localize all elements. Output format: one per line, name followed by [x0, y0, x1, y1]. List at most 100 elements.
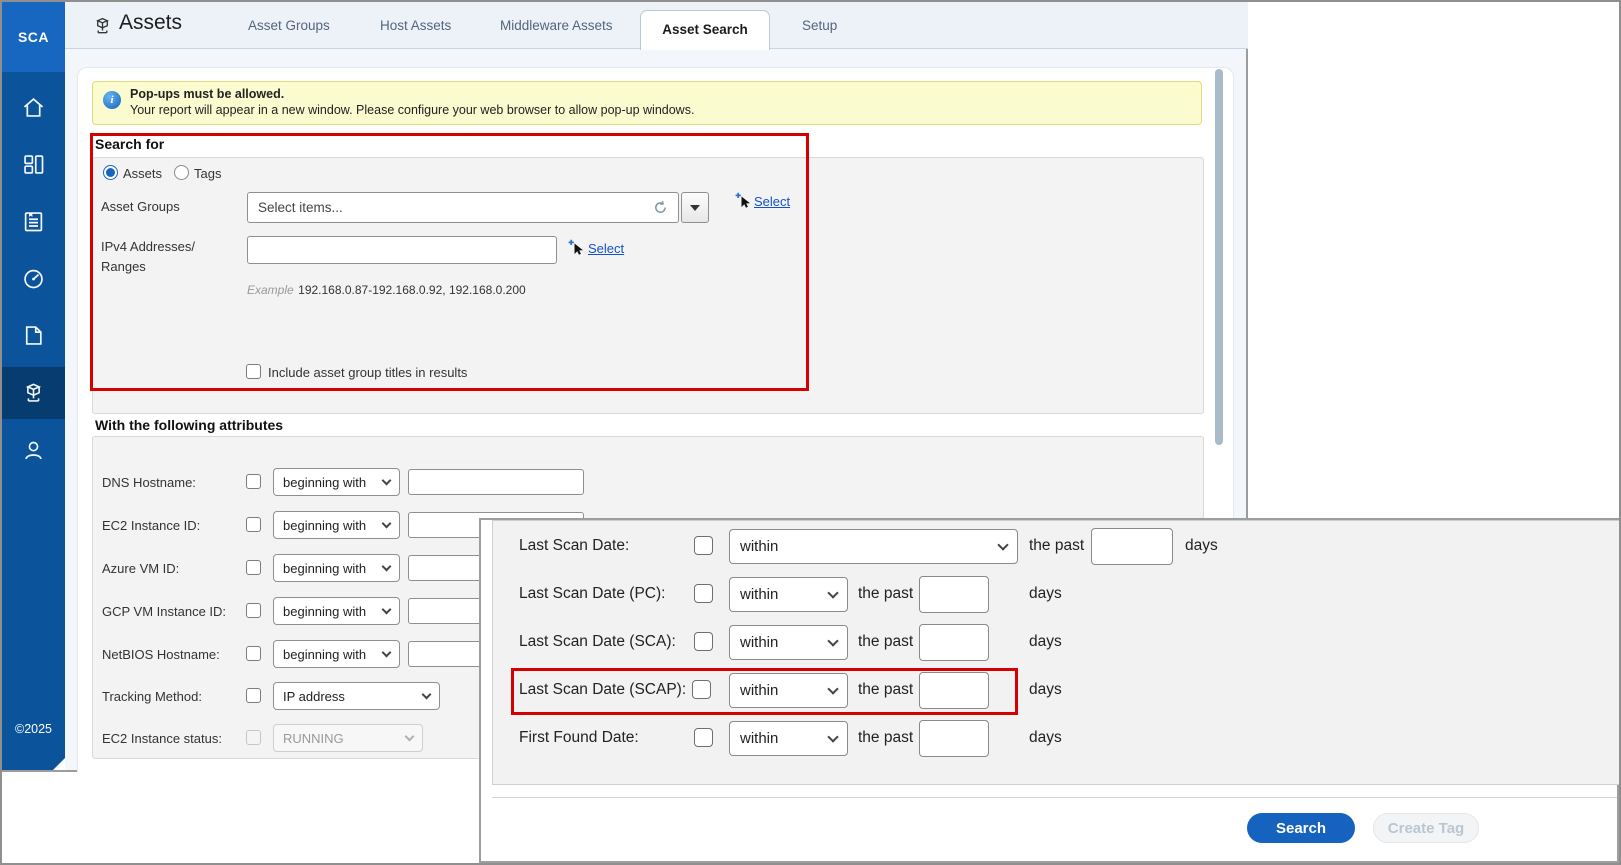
chevron-down-icon: [421, 689, 432, 699]
tab-host-assets[interactable]: Host Assets: [380, 2, 451, 49]
tab-setup[interactable]: Setup: [802, 2, 837, 49]
users-icon[interactable]: [20, 437, 47, 464]
modules-grid-icon[interactable]: [20, 151, 47, 178]
screenshot-canvas: Assets Asset Groups Host Assets Middlewa…: [0, 0, 1621, 865]
last-scan-date-scap-operator-select[interactable]: within: [729, 673, 848, 708]
policies-page-icon[interactable]: [20, 322, 47, 349]
sidebar: SCA ©2025: [2, 2, 65, 770]
radio-tags[interactable]: [174, 165, 189, 180]
last-scan-date-scap-checkbox[interactable]: [692, 680, 711, 699]
the-past-label: the past: [858, 585, 914, 602]
last-scan-date-pc-days-input[interactable]: [919, 576, 989, 613]
tab-asset-search[interactable]: Asset Search: [640, 10, 770, 50]
last-scan-date-pc-checkbox[interactable]: [694, 584, 713, 603]
chevron-down-icon: [381, 604, 392, 614]
ipv4-input[interactable]: [247, 236, 557, 264]
netbios-hostname-checkbox[interactable]: [246, 646, 261, 661]
tab-middleware-assets[interactable]: Middleware Assets: [500, 2, 613, 49]
ec2-instance-id-label: EC2 Instance ID:: [102, 518, 201, 533]
home-icon[interactable]: [20, 94, 47, 121]
last-scan-date-sca-checkbox[interactable]: [694, 632, 713, 651]
chevron-down-icon: [381, 518, 392, 528]
netbios-hostname-label: NetBIOS Hostname:: [102, 647, 220, 662]
vertical-scrollbar[interactable]: [1215, 69, 1223, 445]
assets-cube-icon: [20, 379, 47, 406]
tracking-method-checkbox[interactable]: [246, 688, 261, 703]
first-found-date-days-input[interactable]: [919, 720, 989, 757]
asset-groups-combobox[interactable]: Select items...: [247, 192, 679, 223]
chevron-down-icon: [827, 586, 839, 599]
select-cursor-plus-icon: [568, 239, 585, 256]
app-logo: SCA: [2, 2, 65, 72]
ec2-instance-status-checkbox: [246, 730, 261, 745]
tracking-method-select[interactable]: IP address: [273, 682, 440, 710]
attributes-heading: With the following attributes: [95, 417, 284, 433]
last-scan-date-label: Last Scan Date:: [519, 537, 630, 554]
radio-tags-label[interactable]: Tags: [194, 166, 221, 181]
gcp-vm-instance-id-operator-select[interactable]: beginning with: [273, 597, 400, 625]
ipv4-select-link[interactable]: Select: [588, 241, 624, 256]
last-scan-date-scap-days-input[interactable]: [919, 672, 989, 709]
scans-gauge-icon[interactable]: [20, 265, 47, 292]
dns-hostname-input[interactable]: [408, 469, 584, 495]
last-scan-date-days-input[interactable]: [1091, 528, 1173, 565]
refresh-icon[interactable]: [653, 200, 668, 215]
first-found-date-checkbox[interactable]: [694, 728, 713, 747]
dns-hostname-label: DNS Hostname:: [102, 475, 196, 490]
azure-vm-id-label: Azure VM ID:: [102, 561, 180, 576]
sidebar-item-assets-active[interactable]: [2, 367, 65, 419]
the-past-label: the past: [858, 729, 914, 746]
info-icon: i: [103, 91, 121, 109]
azure-vm-id-operator-select[interactable]: beginning with: [273, 554, 400, 582]
chevron-down-icon: [381, 561, 392, 571]
first-found-date-label: First Found Date:: [519, 729, 639, 746]
radio-assets-label[interactable]: Assets: [123, 166, 162, 181]
last-scan-date-pc-operator-select[interactable]: within: [729, 577, 848, 612]
notice-body: Your report will appear in a new window.…: [130, 103, 695, 117]
last-scan-date-sca-days-input[interactable]: [919, 624, 989, 661]
include-asset-group-titles-checkbox[interactable]: [246, 364, 261, 379]
last-scan-date-pc-label: Last Scan Date (PC):: [519, 585, 666, 602]
dropdown-arrow-icon: [690, 204, 700, 211]
last-scan-date-operator-select[interactable]: within: [729, 529, 1018, 564]
chevron-down-icon: [997, 538, 1009, 551]
dns-hostname-operator-select[interactable]: beginning with: [273, 468, 400, 496]
example-label: Example: [247, 283, 294, 297]
reports-icon[interactable]: [20, 208, 47, 235]
include-asset-group-titles-label[interactable]: Include asset group titles in results: [268, 365, 467, 380]
last-scan-date-checkbox[interactable]: [694, 536, 713, 555]
chevron-down-icon: [827, 682, 839, 695]
search-for-heading: Search for: [95, 136, 165, 152]
the-past-label: the past: [1029, 537, 1085, 554]
chevron-down-icon: [827, 634, 839, 647]
chevron-down-icon: [404, 731, 415, 741]
gcp-vm-instance-id-checkbox[interactable]: [246, 603, 261, 618]
inset-divider: [492, 797, 1617, 798]
first-found-date-operator-select[interactable]: within: [729, 721, 848, 756]
ec2-instance-id-checkbox[interactable]: [246, 517, 261, 532]
create-tag-button: Create Tag: [1373, 813, 1479, 843]
tracking-method-label: Tracking Method:: [102, 689, 202, 704]
ec2-instance-id-operator-select[interactable]: beginning with: [273, 511, 400, 539]
ec2-instance-status-select: RUNNING: [273, 724, 423, 752]
select-cursor-plus-icon: [735, 192, 752, 209]
radio-assets[interactable]: [103, 165, 118, 180]
azure-vm-id-checkbox[interactable]: [246, 560, 261, 575]
dns-hostname-checkbox[interactable]: [246, 474, 261, 489]
the-past-label: the past: [858, 633, 914, 650]
asset-groups-select-link[interactable]: Select: [754, 194, 790, 209]
asset-groups-placeholder: Select items...: [258, 200, 343, 215]
asset-groups-dropdown-button[interactable]: [681, 192, 709, 223]
asset-groups-label: Asset Groups: [101, 199, 180, 214]
copyright-label: ©2025: [14, 722, 53, 736]
search-button[interactable]: Search: [1247, 813, 1355, 843]
example-value: 192.168.0.87-192.168.0.92, 192.168.0.200: [298, 283, 526, 297]
netbios-hostname-operator-select[interactable]: beginning with: [273, 640, 400, 668]
last-scan-date-sca-label: Last Scan Date (SCA):: [519, 633, 676, 650]
page-title: Assets: [119, 11, 183, 34]
chevron-down-icon: [381, 475, 392, 485]
days-label: days: [1029, 585, 1062, 602]
tab-asset-groups[interactable]: Asset Groups: [248, 2, 330, 49]
notice-title: Pop-ups must be allowed.: [130, 87, 285, 101]
last-scan-date-sca-operator-select[interactable]: within: [729, 625, 848, 660]
